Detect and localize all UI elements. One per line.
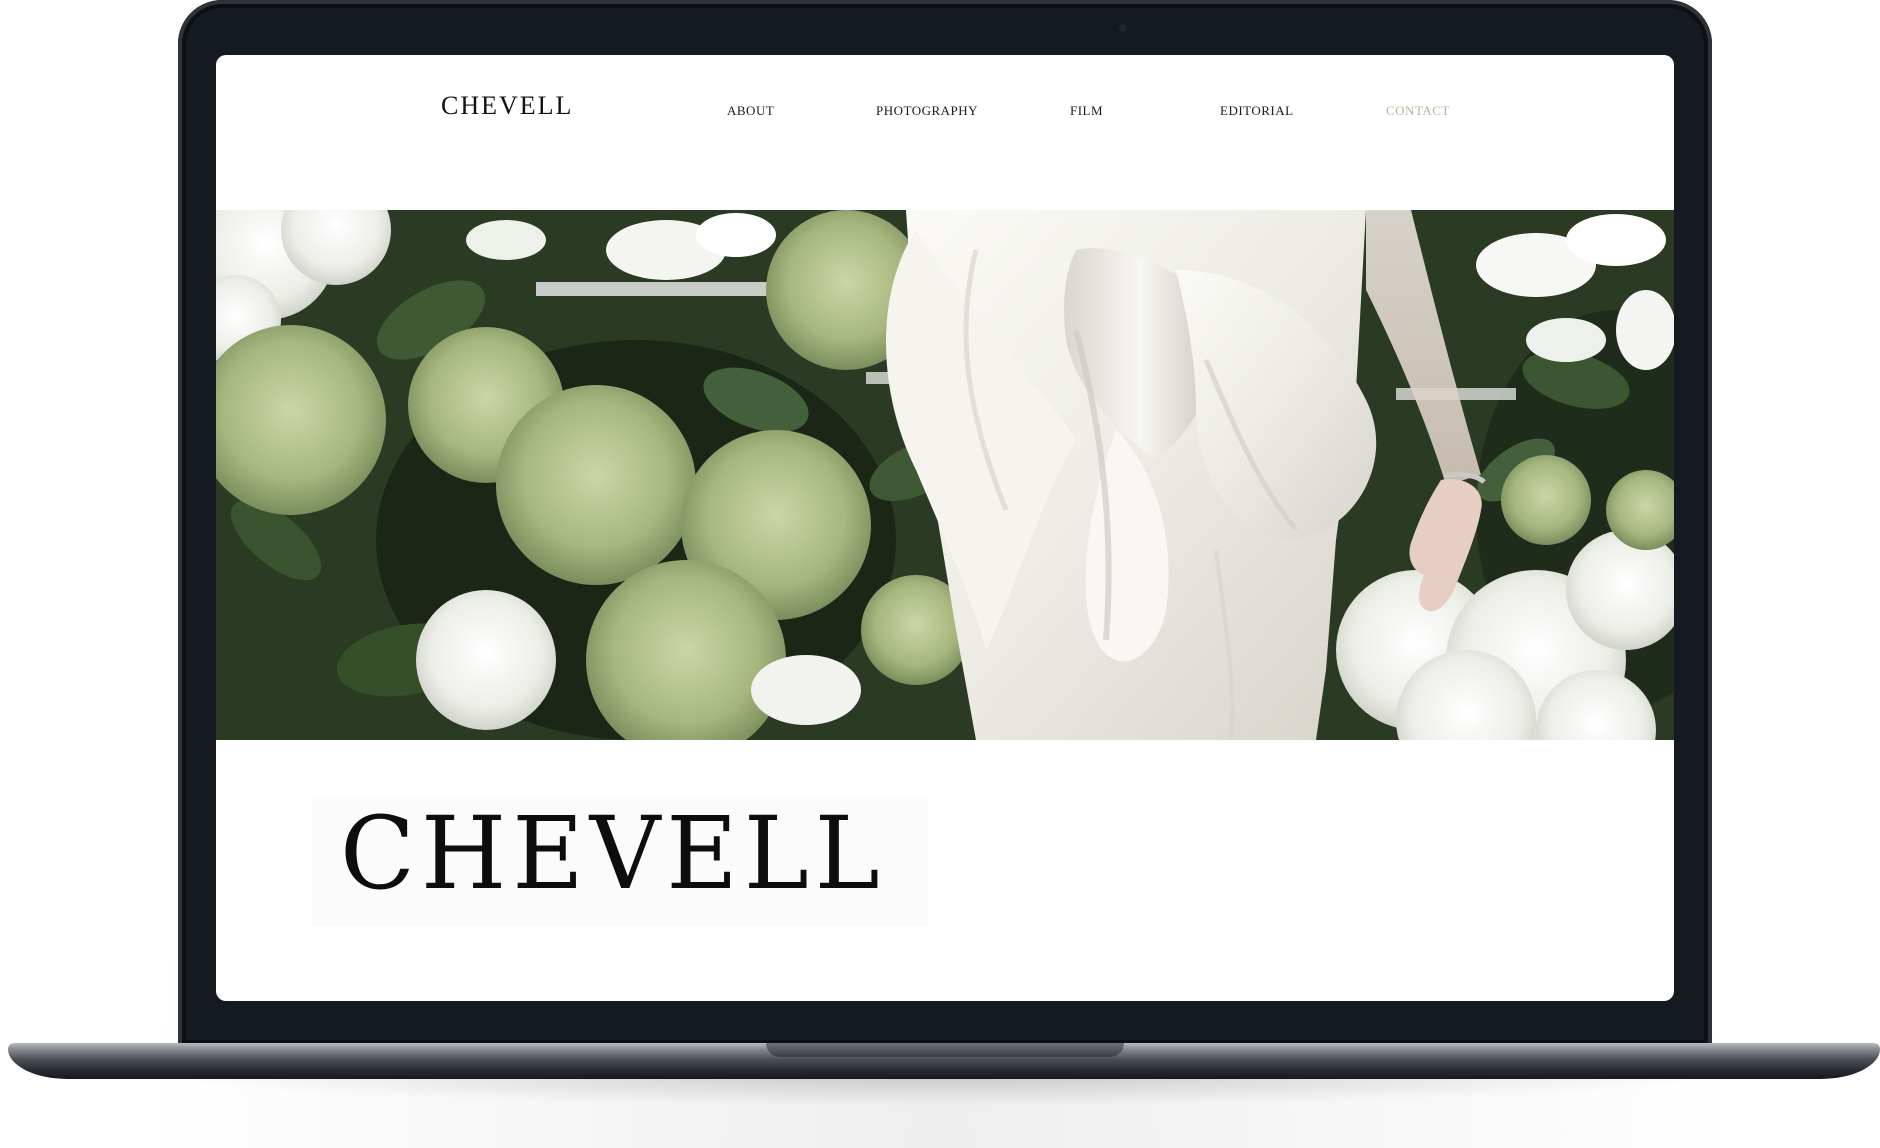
hero-illustration	[216, 210, 1674, 740]
main-nav: ABOUT PHOTOGRAPHY FILM EDITORIAL CONTACT	[216, 103, 1674, 123]
nav-editorial[interactable]: EDITORIAL	[1220, 103, 1294, 119]
laptop-screen: CHEVELL ABOUT PHOTOGRAPHY FILM EDITORIAL…	[216, 55, 1674, 1001]
nav-about[interactable]: ABOUT	[727, 103, 774, 119]
nav-photography[interactable]: PHOTOGRAPHY	[876, 103, 978, 119]
webcam-icon	[1119, 24, 1127, 32]
device-shadow	[150, 1076, 1730, 1106]
nav-film[interactable]: FILM	[1070, 103, 1103, 119]
hero-image	[216, 210, 1674, 740]
laptop-hinge-notch	[766, 1043, 1124, 1057]
brand-wordmark-block: CHEVELL	[312, 796, 928, 926]
brand-wordmark: CHEVELL	[340, 795, 886, 912]
nav-contact[interactable]: CONTACT	[1386, 103, 1450, 119]
device-mockup: CHEVELL ABOUT PHOTOGRAPHY FILM EDITORIAL…	[0, 0, 1880, 1148]
site-header: CHEVELL ABOUT PHOTOGRAPHY FILM EDITORIAL…	[216, 55, 1674, 210]
